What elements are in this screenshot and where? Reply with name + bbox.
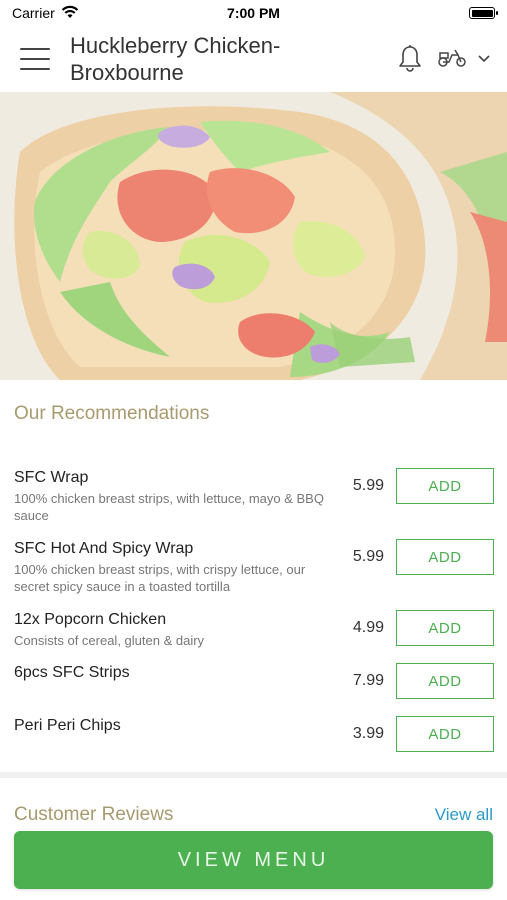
item-description: 100% chicken breast strips, with lettuce… xyxy=(14,491,324,523)
delivery-mode-selector[interactable] xyxy=(437,46,491,73)
item-name: SFC Hot And Spicy Wrap xyxy=(14,540,194,557)
item-description: 100% chicken breast strips, with crispy … xyxy=(14,562,306,594)
hamburger-menu-button[interactable] xyxy=(20,48,50,70)
item-price: 5.99 xyxy=(352,477,384,494)
battery-icon xyxy=(469,7,498,19)
section-divider xyxy=(0,772,507,778)
recommendations-list: SFC Wrap 100% chicken breast strips, wit… xyxy=(14,468,494,769)
wifi-icon xyxy=(61,5,79,22)
menu-item-sfc-hot-spicy-wrap: SFC Hot And Spicy Wrap 100% chicken brea… xyxy=(14,539,494,610)
menu-item-peri-peri-chips: Peri Peri Chips 3.99 ADD xyxy=(14,716,494,769)
header-actions xyxy=(397,44,491,74)
customer-reviews-title: Customer Reviews xyxy=(14,804,174,825)
add-button[interactable]: ADD xyxy=(396,539,494,575)
item-price: 5.99 xyxy=(352,548,384,565)
add-button[interactable]: ADD xyxy=(396,663,494,699)
item-name: Peri Peri Chips xyxy=(14,717,121,734)
add-button[interactable]: ADD xyxy=(396,468,494,504)
item-price: 3.99 xyxy=(352,725,384,742)
menu-icon-line xyxy=(20,68,50,70)
menu-icon-line xyxy=(20,48,50,50)
status-bar: Carrier 7:00 PM xyxy=(0,0,507,26)
restaurant-title: Huckleberry Chicken-Broxbourne xyxy=(70,33,281,85)
add-button[interactable]: ADD xyxy=(396,610,494,646)
carrier-label: Carrier xyxy=(12,5,55,21)
menu-item-popcorn-chicken: 12x Popcorn Chicken Consists of cereal, … xyxy=(14,610,494,663)
item-price: 4.99 xyxy=(352,619,384,636)
chevron-down-icon xyxy=(477,50,491,68)
menu-item-sfc-wrap: SFC Wrap 100% chicken breast strips, wit… xyxy=(14,468,494,539)
item-price: 7.99 xyxy=(352,672,384,689)
view-menu-button[interactable]: VIEW MENU xyxy=(14,831,493,889)
bell-icon[interactable] xyxy=(397,44,423,74)
item-name: SFC Wrap xyxy=(14,469,89,486)
status-left: Carrier xyxy=(12,5,79,22)
view-all-reviews-link[interactable]: View all xyxy=(435,805,493,825)
item-name: 12x Popcorn Chicken xyxy=(14,611,167,628)
item-name: 6pcs SFC Strips xyxy=(14,664,130,681)
app-header: Huckleberry Chicken-Broxbourne xyxy=(0,26,507,92)
recommendations-title: Our Recommendations xyxy=(14,403,210,424)
menu-item-sfc-strips: 6pcs SFC Strips 7.99 ADD xyxy=(14,663,494,716)
add-button[interactable]: ADD xyxy=(396,716,494,752)
hero-wrap-image xyxy=(0,92,507,380)
scooter-icon xyxy=(437,46,467,73)
menu-icon-line xyxy=(20,58,50,60)
item-description: Consists of cereal, gluten & dairy xyxy=(14,633,205,648)
